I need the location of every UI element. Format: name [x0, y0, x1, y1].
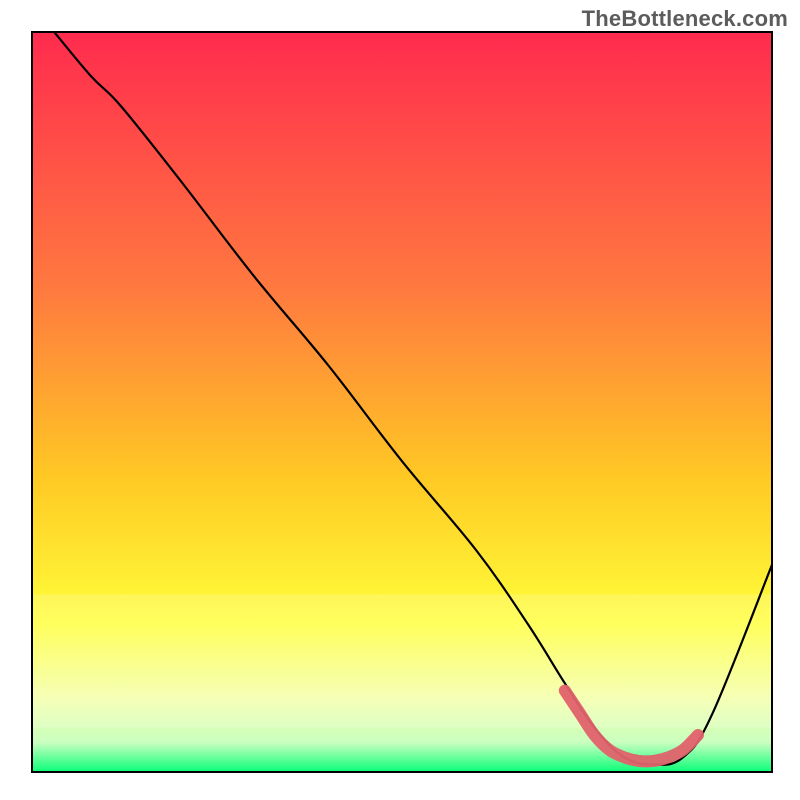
- watermark-label: TheBottleneck.com: [582, 6, 788, 32]
- bottleneck-chart: [0, 0, 800, 800]
- chart-pale-band: [32, 594, 772, 727]
- chart-container: TheBottleneck.com: [0, 0, 800, 800]
